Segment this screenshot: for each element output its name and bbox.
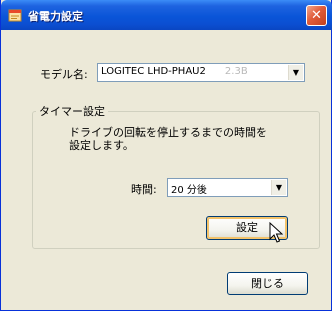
timer-group-title: タイマー設定 [36,103,108,119]
power-saving-settings-dialog: 省電力設定 ✕ モデル名: LOGITEC LHD-PHAU2 2.3B ▼ タ… [0,0,332,311]
close-window-button[interactable]: ✕ [306,5,327,26]
model-select-value: LOGITEC LHD-PHAU2 2.3B [101,66,248,77]
document-icon [8,9,22,22]
title-bar[interactable]: 省電力設定 ✕ [1,0,332,30]
chevron-down-icon[interactable]: ▼ [288,65,303,80]
mouse-cursor-icon [269,222,283,243]
model-select[interactable]: LOGITEC LHD-PHAU2 2.3B ▼ [97,63,305,82]
window-title: 省電力設定 [28,10,83,23]
time-select[interactable]: 20 分後 ▼ [167,178,288,197]
model-name-label: モデル名: [40,68,88,81]
close-icon: ✕ [311,8,322,23]
time-select-value: 20 分後 [171,185,207,196]
time-label: 時間: [131,183,157,196]
close-button[interactable]: 閉じる [227,272,308,295]
timer-description: ドライブの回転を停止するまでの時間を 設定します。 [69,126,267,152]
chevron-down-icon[interactable]: ▼ [271,180,286,195]
